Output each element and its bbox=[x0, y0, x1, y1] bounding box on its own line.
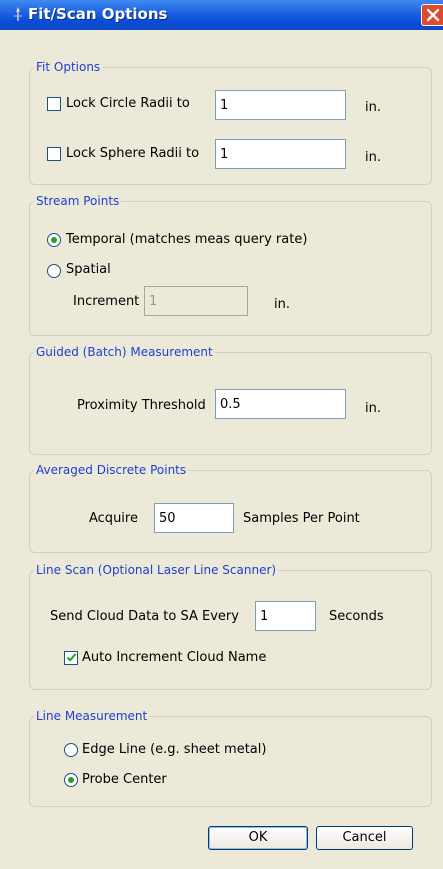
line-measurement-legend: Line Measurement bbox=[34, 708, 150, 724]
lock-sphere-label[interactable]: Lock Sphere Radii to bbox=[66, 146, 199, 162]
increment-label: Increment bbox=[73, 294, 140, 309]
ok-button[interactable]: OK bbox=[208, 826, 308, 850]
lock-circle-label[interactable]: Lock Circle Radii to bbox=[66, 96, 190, 112]
close-button[interactable] bbox=[421, 4, 443, 26]
acquire-input[interactable] bbox=[154, 503, 234, 533]
title-bar[interactable]: Fit/Scan Options bbox=[0, 0, 443, 30]
stream-points-legend: Stream Points bbox=[34, 193, 122, 209]
fit-scan-options-dialog: Fit/Scan Options Fit Options Lock Circle… bbox=[0, 0, 443, 869]
fit-options-legend: Fit Options bbox=[34, 59, 103, 75]
app-icon bbox=[14, 7, 22, 21]
edge-line-label[interactable]: Edge Line (e.g. sheet metal) bbox=[82, 742, 266, 758]
close-icon bbox=[426, 8, 440, 22]
lock-sphere-checkbox[interactable] bbox=[47, 147, 61, 161]
auto-increment-checkbox[interactable] bbox=[64, 651, 78, 665]
temporal-radio[interactable] bbox=[47, 233, 61, 247]
auto-increment-label[interactable]: Auto Increment Cloud Name bbox=[82, 650, 266, 666]
line-scan-group: Line Scan (Optional Laser Line Scanner) bbox=[29, 562, 432, 690]
probe-center-radio-dot bbox=[68, 777, 74, 783]
spatial-label[interactable]: Spatial bbox=[66, 262, 111, 278]
probe-center-radio[interactable] bbox=[64, 773, 78, 787]
proximity-threshold-label: Proximity Threshold bbox=[77, 398, 206, 413]
spatial-radio[interactable] bbox=[47, 264, 61, 278]
increment-input bbox=[144, 286, 248, 316]
lock-circle-checkbox[interactable] bbox=[47, 97, 61, 111]
averaged-points-legend: Averaged Discrete Points bbox=[34, 462, 189, 478]
proximity-threshold-unit: in. bbox=[365, 401, 381, 416]
guided-measurement-legend: Guided (Batch) Measurement bbox=[34, 344, 215, 360]
send-interval-input[interactable] bbox=[255, 601, 316, 631]
window-title: Fit/Scan Options bbox=[28, 5, 168, 23]
samples-per-point-label: Samples Per Point bbox=[243, 511, 360, 526]
probe-center-label[interactable]: Probe Center bbox=[82, 772, 167, 788]
increment-unit: in. bbox=[274, 297, 290, 312]
line-measurement-group: Line Measurement bbox=[29, 708, 432, 807]
acquire-label: Acquire bbox=[89, 511, 138, 526]
edge-line-radio[interactable] bbox=[64, 743, 78, 757]
temporal-label[interactable]: Temporal (matches meas query rate) bbox=[66, 232, 307, 248]
lock-circle-unit: in. bbox=[365, 100, 381, 115]
seconds-label: Seconds bbox=[329, 609, 384, 624]
proximity-threshold-input[interactable] bbox=[215, 389, 346, 419]
lock-sphere-input[interactable] bbox=[215, 139, 346, 169]
cancel-button[interactable]: Cancel bbox=[316, 826, 413, 850]
line-scan-legend: Line Scan (Optional Laser Line Scanner) bbox=[34, 562, 279, 578]
lock-circle-input[interactable] bbox=[215, 90, 346, 120]
lock-sphere-unit: in. bbox=[365, 150, 381, 165]
checkmark-icon bbox=[66, 653, 77, 662]
temporal-radio-dot bbox=[51, 237, 57, 243]
send-cloud-data-label: Send Cloud Data to SA Every bbox=[50, 609, 239, 624]
